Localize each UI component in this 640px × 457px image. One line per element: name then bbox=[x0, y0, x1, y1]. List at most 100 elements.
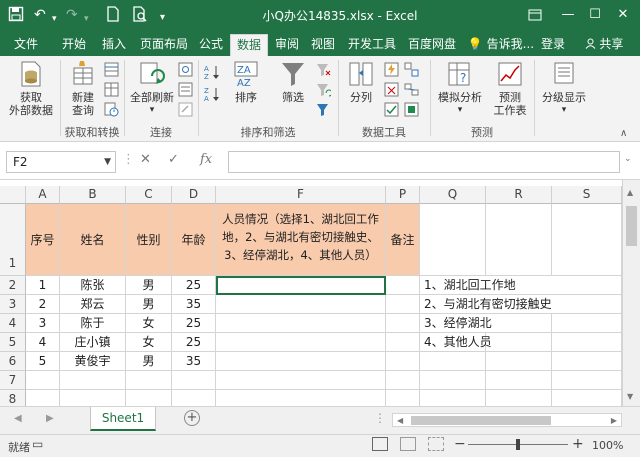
page-break-view-icon[interactable] bbox=[428, 437, 444, 451]
ribbon-display-icon[interactable] bbox=[520, 4, 550, 26]
tab-view[interactable]: 视图 bbox=[306, 34, 340, 56]
get-external-data-button[interactable]: 获取 外部数据 bbox=[4, 60, 58, 117]
properties-icon[interactable] bbox=[178, 82, 193, 97]
header-cell-name[interactable]: 姓名 bbox=[60, 204, 126, 276]
maximize-button[interactable]: ☐ bbox=[580, 4, 610, 26]
header-cell-status[interactable]: 人员情况（选择1、湖北回工作地，2、与湖北有密切接触史、3、经停湖北，4、其他人… bbox=[216, 204, 386, 276]
cell-name[interactable]: 郑云 bbox=[60, 295, 126, 314]
cell[interactable] bbox=[216, 352, 386, 371]
recent-sources-icon[interactable] bbox=[104, 102, 119, 117]
cell[interactable] bbox=[60, 390, 126, 406]
undo-icon[interactable]: ↶ bbox=[34, 6, 46, 24]
cell-gender[interactable]: 女 bbox=[126, 333, 172, 352]
tab-insert[interactable]: 插入 bbox=[96, 34, 132, 56]
normal-view-icon[interactable] bbox=[372, 437, 388, 451]
cell[interactable] bbox=[486, 371, 552, 390]
row-header[interactable]: 4 bbox=[0, 314, 26, 333]
cell[interactable] bbox=[486, 314, 552, 333]
cell-age[interactable]: 35 bbox=[172, 352, 216, 371]
customize-toolbar-icon[interactable]: ▾ bbox=[160, 9, 165, 27]
cell[interactable] bbox=[386, 333, 420, 352]
header-cell-remarks[interactable]: 备注 bbox=[386, 204, 420, 276]
zoom-level[interactable]: 100% bbox=[592, 439, 623, 452]
sheet-tab-sheet1[interactable]: Sheet1 bbox=[90, 407, 156, 431]
consolidate-icon[interactable] bbox=[404, 62, 419, 77]
cell[interactable] bbox=[420, 390, 486, 406]
filter-button[interactable]: 筛选 bbox=[272, 60, 314, 104]
tab-split-icon[interactable]: ⋮ bbox=[374, 411, 386, 425]
outline-dropdown-icon[interactable]: ▾ bbox=[538, 104, 590, 117]
cell-age[interactable]: 25 bbox=[172, 314, 216, 333]
tab-data[interactable]: 数据 bbox=[230, 34, 268, 56]
cell-name[interactable]: 庄小镇 bbox=[60, 333, 126, 352]
insert-function-icon[interactable]: fx bbox=[200, 152, 212, 167]
worksheet-grid[interactable]: A B C D F P Q R S 1 2 3 4 5 6 7 8 序号 姓名 … bbox=[0, 180, 640, 406]
expand-formula-bar-icon[interactable]: ⌄ bbox=[624, 154, 632, 164]
cancel-icon[interactable]: ✕ bbox=[140, 152, 151, 167]
zoom-slider[interactable] bbox=[468, 439, 568, 450]
row-header[interactable]: 5 bbox=[0, 333, 26, 352]
cell[interactable] bbox=[486, 390, 552, 406]
header-cell-age[interactable]: 年龄 bbox=[172, 204, 216, 276]
add-sheet-icon[interactable]: + bbox=[184, 410, 200, 426]
minimize-button[interactable]: — bbox=[553, 4, 583, 26]
new-file-icon[interactable] bbox=[106, 6, 120, 27]
clear-filter-icon[interactable] bbox=[316, 62, 331, 77]
login-button[interactable]: 登录 bbox=[536, 34, 570, 56]
row-header[interactable]: 8 bbox=[0, 390, 26, 406]
cell-gender[interactable]: 女 bbox=[126, 314, 172, 333]
cell[interactable] bbox=[26, 390, 60, 406]
cell[interactable] bbox=[60, 371, 126, 390]
cell[interactable] bbox=[552, 390, 622, 406]
cell[interactable] bbox=[552, 204, 622, 276]
undo-dropdown-icon[interactable]: ▾ bbox=[52, 10, 57, 28]
cell-gender[interactable]: 男 bbox=[126, 295, 172, 314]
print-preview-icon[interactable] bbox=[132, 6, 148, 27]
cell-name[interactable]: 陈于 bbox=[60, 314, 126, 333]
cell[interactable] bbox=[420, 352, 486, 371]
cell[interactable] bbox=[552, 314, 622, 333]
advanced-filter-icon[interactable] bbox=[316, 102, 331, 117]
header-cell-gender[interactable]: 性别 bbox=[126, 204, 172, 276]
tab-review[interactable]: 审阅 bbox=[270, 34, 304, 56]
column-header-a[interactable]: A bbox=[26, 186, 60, 204]
what-if-dropdown-icon[interactable]: ▾ bbox=[434, 104, 486, 117]
share-button[interactable]: 共享 bbox=[572, 34, 636, 56]
cell-seq[interactable]: 3 bbox=[26, 314, 60, 333]
name-box-dropdown-icon[interactable]: ▼ bbox=[104, 152, 111, 172]
scroll-thumb[interactable] bbox=[626, 206, 637, 246]
data-model-icon[interactable] bbox=[404, 102, 419, 117]
row-header[interactable]: 2 bbox=[0, 276, 26, 295]
tab-formulas[interactable]: 公式 bbox=[194, 34, 228, 56]
horizontal-scrollbar[interactable]: ◀ ▶ bbox=[392, 413, 622, 427]
connections-icon[interactable] bbox=[178, 62, 193, 77]
next-sheet-icon[interactable]: ▶ bbox=[46, 413, 54, 424]
scroll-left-icon[interactable]: ◀ bbox=[397, 414, 403, 427]
scroll-right-icon[interactable]: ▶ bbox=[611, 414, 617, 427]
header-cell-seq[interactable]: 序号 bbox=[26, 204, 60, 276]
cell[interactable] bbox=[386, 314, 420, 333]
formula-input[interactable] bbox=[228, 151, 620, 173]
cell[interactable] bbox=[216, 390, 386, 406]
data-validation-icon[interactable] bbox=[384, 102, 399, 117]
cell[interactable] bbox=[386, 352, 420, 371]
cell[interactable] bbox=[386, 390, 420, 406]
cell[interactable] bbox=[216, 314, 386, 333]
horizontal-scroll-thumb[interactable] bbox=[411, 416, 551, 425]
cell-seq[interactable]: 2 bbox=[26, 295, 60, 314]
sort-button[interactable]: ZA AZ 排序 bbox=[226, 60, 266, 104]
flash-fill-icon[interactable] bbox=[384, 62, 399, 77]
scroll-up-icon[interactable]: ▲ bbox=[627, 188, 633, 197]
prev-sheet-icon[interactable]: ◀ bbox=[14, 413, 22, 424]
cell[interactable] bbox=[486, 333, 552, 352]
cell[interactable] bbox=[486, 352, 552, 371]
sort-ascending-icon[interactable]: AZ bbox=[204, 64, 219, 81]
select-all-corner[interactable] bbox=[0, 186, 26, 204]
scroll-down-icon[interactable]: ▼ bbox=[627, 392, 633, 401]
cell[interactable] bbox=[420, 204, 486, 276]
column-header-p[interactable]: P bbox=[386, 186, 420, 204]
cell[interactable] bbox=[126, 371, 172, 390]
cell[interactable] bbox=[486, 204, 552, 276]
from-table-icon[interactable] bbox=[104, 82, 119, 97]
cell[interactable] bbox=[552, 295, 622, 314]
